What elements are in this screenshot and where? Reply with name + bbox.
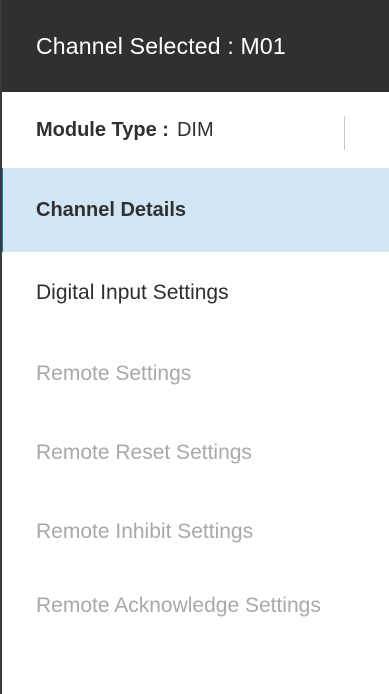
divider xyxy=(344,116,345,150)
channel-selected-title: Channel Selected : M01 xyxy=(36,32,286,59)
nav-item-label: Remote Inhibit Settings xyxy=(36,519,254,543)
nav-item-label: Channel Details xyxy=(36,198,187,221)
module-type-label: Module Type : xyxy=(36,118,169,141)
nav-item-remote-acknowledge-settings: Remote Acknowledge Settings xyxy=(2,571,332,623)
nav-item-digital-input-settings[interactable]: Digital Input Settings xyxy=(2,252,389,334)
nav-item-channel-details[interactable]: Channel Details xyxy=(2,168,389,252)
module-type-row: Module Type : DIM xyxy=(2,92,389,168)
nav-item-label: Remote Acknowledge Settings xyxy=(36,594,321,617)
channel-selected-header: Channel Selected : M01 xyxy=(2,0,389,92)
nav-item-remote-inhibit-settings: Remote Inhibit Settings xyxy=(2,492,389,571)
nav-item-label: Remote Settings xyxy=(36,361,192,385)
nav-item-label: Remote Reset Settings xyxy=(36,440,252,464)
nav-item-remote-settings: Remote Settings xyxy=(2,334,389,413)
module-type-value: DIM xyxy=(176,118,214,141)
nav-item-label: Digital Input Settings xyxy=(36,281,229,304)
settings-nav: Channel Details Digital Input Settings R… xyxy=(2,168,389,623)
nav-item-remote-reset-settings: Remote Reset Settings xyxy=(2,413,389,492)
channel-settings-panel: Channel Selected : M01 Module Type : DIM… xyxy=(0,0,389,694)
